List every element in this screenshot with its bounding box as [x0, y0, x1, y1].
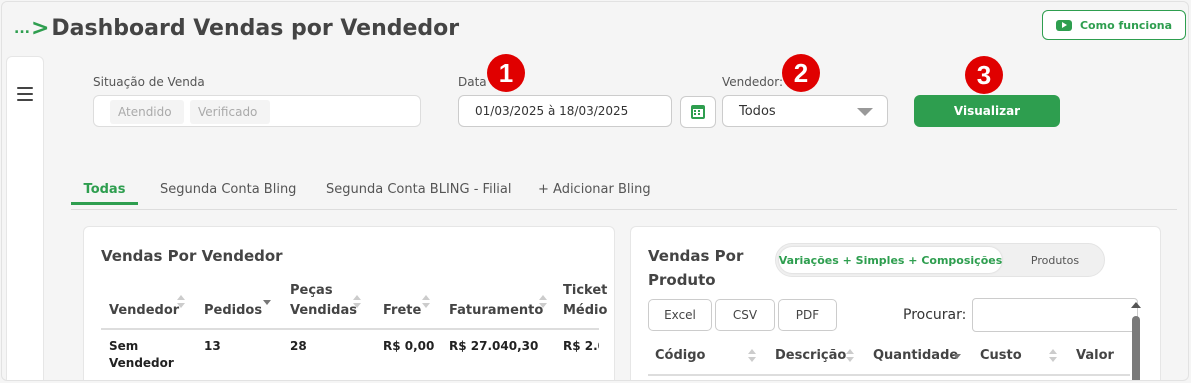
table-header-divider: [648, 374, 1130, 376]
breadcrumb-chevron-icon: >: [30, 15, 50, 41]
sort-arrows-icon[interactable]: [748, 349, 756, 363]
sort-arrows-icon[interactable]: [1049, 349, 1057, 363]
cell-ticket: R$ 2.0: [563, 339, 599, 353]
hamburger-menu-icon[interactable]: [17, 87, 33, 101]
search-input[interactable]: [972, 298, 1138, 332]
col-valor[interactable]: Valor: [1076, 346, 1114, 366]
how-it-works-button[interactable]: Como funciona: [1042, 10, 1186, 40]
col-frete[interactable]: Frete: [383, 301, 421, 321]
col-codigo[interactable]: Código: [655, 346, 705, 366]
col-pedidos[interactable]: Pedidos: [204, 301, 262, 321]
calendar-icon: [691, 105, 705, 119]
date-range-input[interactable]: 01/03/2025 à 18/03/2025: [458, 95, 672, 127]
scroll-thumb[interactable]: [1132, 316, 1140, 380]
step-badge-2: 2: [782, 54, 820, 92]
toggle-produtos[interactable]: Produtos: [1008, 247, 1102, 273]
col-quantidade[interactable]: Quantidade: [873, 346, 958, 366]
sort-arrows-icon[interactable]: [539, 295, 547, 309]
export-excel-button[interactable]: Excel: [648, 299, 712, 331]
date-label: Data: [458, 75, 487, 89]
situacao-multiselect[interactable]: Atendido Verificado: [93, 95, 421, 127]
sort-desc-icon[interactable]: [953, 349, 961, 363]
dropdown-caret-icon: [857, 108, 873, 116]
calendar-button[interactable]: [680, 96, 716, 128]
export-csv-button[interactable]: CSV: [715, 299, 775, 331]
col-custo[interactable]: Custo: [980, 346, 1022, 366]
step-badge-1: 1: [487, 54, 525, 92]
col-vendedor[interactable]: Vendedor: [109, 301, 179, 321]
sort-arrows-icon[interactable]: [422, 295, 430, 309]
cell-vendedor: Sem Vendedor: [109, 339, 174, 370]
col-faturamento[interactable]: Faturamento: [449, 301, 543, 321]
export-pdf-button[interactable]: PDF: [778, 299, 837, 331]
tab-segunda-conta-bling-filial[interactable]: Segunda Conta BLING - Filial: [326, 178, 512, 205]
col-pecas-vendidas[interactable]: Peças Vendidas: [290, 281, 357, 321]
situacao-chip-atendido[interactable]: Atendido: [110, 100, 184, 124]
vendas-vendedor-card: Vendas Por Vendedor Vendedor Pedidos Peç…: [83, 226, 615, 381]
sort-arrows-icon[interactable]: [177, 295, 185, 309]
account-tabs: Todas Segunda Conta Bling Segunda Conta …: [71, 178, 1177, 210]
tab-adicionar-bling[interactable]: + Adicionar Bling: [538, 178, 651, 205]
col-descricao[interactable]: Descrição: [775, 346, 846, 366]
table-scrollbar[interactable]: [1130, 300, 1142, 380]
cell-frete: R$ 0,00: [383, 339, 435, 353]
youtube-play-icon: [1055, 19, 1072, 31]
produto-view-toggle: Variações + Simples + Composições Produt…: [775, 243, 1105, 277]
card-title: Vendas Por Vendedor: [101, 247, 283, 265]
situacao-label: Situação de Venda: [93, 75, 205, 89]
step-badge-3: 3: [965, 56, 1003, 94]
app-window: ... > Dashboard Vendas por Vendedor Como…: [1, 1, 1189, 381]
side-menu: [6, 56, 44, 380]
cell-pecas: 28: [290, 339, 307, 353]
visualizar-button[interactable]: Visualizar: [914, 95, 1060, 127]
card-title: Vendas Por Produto: [648, 247, 744, 289]
search-label: Procurar:: [903, 307, 967, 323]
tab-todas[interactable]: Todas: [71, 178, 138, 205]
tab-segunda-conta-bling[interactable]: Segunda Conta Bling: [160, 178, 296, 205]
vendedor-select[interactable]: Todos: [722, 95, 888, 127]
table-header-divider: [101, 328, 599, 330]
page-title: Dashboard Vendas por Vendedor: [51, 16, 460, 41]
toggle-variacoes[interactable]: Variações + Simples + Composições: [779, 247, 1002, 273]
breadcrumb-ellipsis[interactable]: ...: [14, 21, 30, 37]
sort-desc-icon[interactable]: [263, 295, 271, 309]
sort-arrows-icon[interactable]: [353, 295, 361, 309]
cell-faturamento: R$ 27.040,30: [449, 339, 539, 353]
sort-arrows-icon[interactable]: [846, 349, 854, 363]
scroll-up-arrow-icon[interactable]: [1131, 302, 1141, 308]
col-ticket-medio[interactable]: Ticket Médio: [563, 281, 614, 321]
vendedor-select-value: Todos: [739, 103, 776, 119]
situacao-chip-verificado[interactable]: Verificado: [190, 100, 270, 124]
how-it-works-label: Como funciona: [1079, 18, 1173, 32]
breadcrumb: ... > Dashboard Vendas por Vendedor: [14, 16, 459, 41]
cell-pedidos: 13: [204, 339, 221, 353]
vendedor-label: Vendedor:: [722, 75, 783, 89]
table-row-divider: [101, 380, 599, 381]
